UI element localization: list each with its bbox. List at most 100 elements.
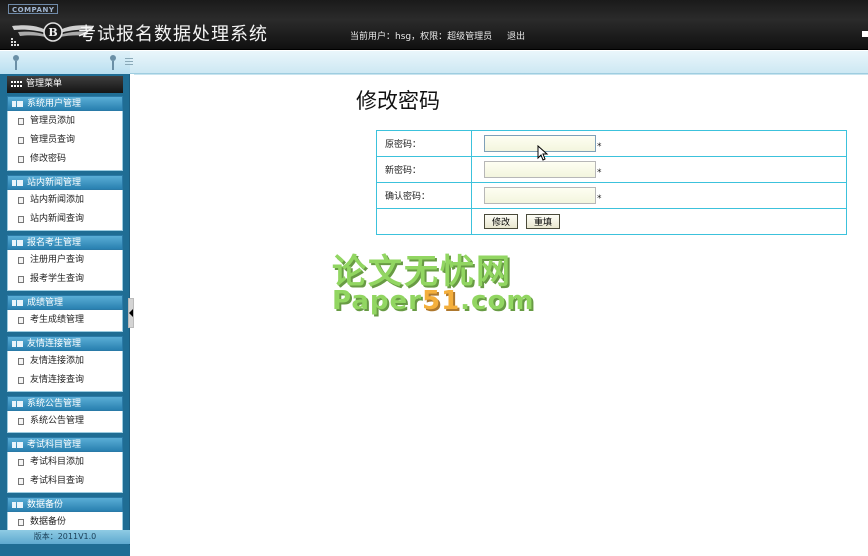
menu-group: 考试科目管理考试科目添加 考试科目查询 <box>7 437 123 493</box>
header-corner-mark <box>862 31 868 37</box>
old-password-label: 原密码： <box>376 130 472 157</box>
sidebar-item-label: 管理员添加 <box>30 116 76 126</box>
menu-group-items: 考生成绩管理 <box>7 310 123 332</box>
menu-title-label: 管理菜单 <box>26 79 63 89</box>
document-icon <box>18 216 24 223</box>
sidebar-item[interactable]: 报考学生查询 <box>8 270 122 289</box>
menu-group: 系统用户管理 管理员添加管理员查询修改密码 <box>7 96 123 171</box>
menu-group-header[interactable]: 站内新闻管理 <box>7 175 123 190</box>
menu-group: 数据备份 数据备份 <box>7 497 123 534</box>
sidebar-item[interactable]: 注册用户查询 <box>8 251 122 270</box>
sidebar-item-label: 管理员查询 <box>30 135 76 145</box>
sidebar-item-label: 考生成绩管理 <box>30 315 85 325</box>
menu-lines-icon <box>125 57 133 67</box>
password-form: 原密码： * 新密码： * 确认密码： * 修改 重填 <box>376 130 847 235</box>
version-label: 版本：2011V1.0 <box>0 530 130 544</box>
sidebar-item[interactable]: 站内新闻添加 <box>8 191 122 210</box>
svg-text:B: B <box>48 26 57 39</box>
sidebar-item[interactable]: 友情连接查询 <box>8 371 122 390</box>
logout-link[interactable]: 退出 <box>507 29 525 42</box>
menu-group-title: 系统公告管理 <box>27 399 82 409</box>
sidebar: 管理菜单 系统用户管理 管理员添加管理员查询修改密码站内新闻管理 站内新闻添加 站内新… <box>0 74 130 556</box>
new-password-input[interactable] <box>484 161 596 178</box>
sidebar-item-label: 站内新闻查询 <box>30 214 85 224</box>
folder-grid-icon <box>12 401 23 407</box>
menu-group-title: 站内新闻管理 <box>27 178 82 188</box>
menu-group-header[interactable]: 报名考生管理 <box>7 235 123 250</box>
document-icon <box>18 418 24 425</box>
document-icon <box>18 519 24 526</box>
document-icon <box>18 156 24 163</box>
sidebar-item-label: 修改密码 <box>30 154 67 164</box>
document-icon <box>18 478 24 485</box>
menu-group-header[interactable]: 成绩管理 <box>7 295 123 310</box>
sidebar-item[interactable]: 考试科目添加 <box>8 453 122 472</box>
document-icon <box>18 257 24 264</box>
submit-button[interactable]: 修改 <box>484 214 519 229</box>
sidebar-item-label: 考试科目添加 <box>30 457 85 467</box>
menu-group-title: 报名考生管理 <box>27 238 82 248</box>
sidebar-item[interactable]: 友情连接添加 <box>8 352 122 371</box>
sidebar-item[interactable]: 管理员查询 <box>8 131 122 150</box>
confirm-password-input[interactable] <box>484 187 596 204</box>
confirm-password-label: 确认密码： <box>376 182 472 209</box>
sidebar-item-label: 系统公告管理 <box>30 416 85 426</box>
form-row-confirm-password: 确认密码： * <box>376 182 847 209</box>
watermark-url: Paper51.com <box>332 286 534 316</box>
document-icon <box>18 459 24 466</box>
document-icon <box>18 137 24 144</box>
menu-grid-icon <box>11 81 22 88</box>
sidebar-item[interactable]: 考试科目查询 <box>8 472 122 491</box>
menu-group-title: 友情连接管理 <box>27 339 82 349</box>
pin-icon <box>13 55 19 70</box>
menu-group-items: 系统公告管理 <box>7 411 123 433</box>
mouse-cursor-icon <box>537 145 549 161</box>
folder-grid-icon <box>12 240 23 246</box>
sidebar-item[interactable]: 站内新闻查询 <box>8 210 122 229</box>
sidebar-item-label: 考试科目查询 <box>30 476 85 486</box>
sidebar-item-label: 报考学生查询 <box>30 274 85 284</box>
watermark-url-domain: .com <box>460 286 535 316</box>
toolbar-strip <box>0 51 868 74</box>
document-icon <box>18 317 24 324</box>
menu-group-title: 数据备份 <box>27 500 64 510</box>
page-title: 修改密码 <box>356 89 440 113</box>
menu-group-items: 管理员添加管理员查询修改密码 <box>7 111 123 171</box>
sidebar-item-label: 注册用户查询 <box>30 255 85 265</box>
new-password-label: 新密码： <box>376 156 472 183</box>
sidebar-footer <box>0 545 130 556</box>
required-mark: * <box>597 142 602 152</box>
sidebar-item[interactable]: 考生成绩管理 <box>8 311 122 330</box>
document-icon <box>18 118 24 125</box>
menu-group-items: 注册用户查询 报考学生查询 <box>7 250 123 291</box>
menu-group: 系统公告管理 系统公告管理 <box>7 396 123 433</box>
menu-group-header[interactable]: 系统用户管理 <box>7 96 123 111</box>
reset-button[interactable]: 重填 <box>526 214 561 229</box>
watermark-url-number: 51 <box>421 286 461 316</box>
app-header: COMPANY B 考试报名数据处理系统 当前用户：hsg，权限：超级管理员 退… <box>0 0 868 50</box>
menu-group-items: 友情连接添加 友情连接查询 <box>7 351 123 392</box>
menu-group: 站内新闻管理 站内新闻添加 站内新闻查询 <box>7 175 123 231</box>
grid-dots-icon <box>11 38 19 46</box>
document-icon <box>18 276 24 283</box>
menu-title: 管理菜单 <box>7 76 123 93</box>
sidebar-item[interactable]: 系统公告管理 <box>8 412 122 431</box>
form-row-old-password: 原密码： * <box>376 130 847 157</box>
menu-group-header[interactable]: 系统公告管理 <box>7 396 123 411</box>
menu-group: 成绩管理考生成绩管理 <box>7 295 123 332</box>
folder-grid-icon <box>12 300 23 306</box>
menu-group-header[interactable]: 考试科目管理 <box>7 437 123 452</box>
menu-group-header[interactable]: 友情连接管理 <box>7 336 123 351</box>
pin-icon <box>110 55 116 70</box>
menu-group-header[interactable]: 数据备份 <box>7 497 123 512</box>
sidebar-item[interactable]: 修改密码 <box>8 150 122 169</box>
sidebar-item[interactable]: 管理员添加 <box>8 112 122 131</box>
sidebar-item-label: 友情连接查询 <box>30 375 85 385</box>
menu-group-title: 系统用户管理 <box>27 99 82 109</box>
form-row-new-password: 新密码： * <box>376 156 847 183</box>
sidebar-item-label: 站内新闻添加 <box>30 195 85 205</box>
sidebar-item-label: 友情连接添加 <box>30 356 85 366</box>
sidebar-item-label: 数据备份 <box>30 517 67 527</box>
folder-grid-icon <box>12 341 23 347</box>
current-user-info: 当前用户：hsg，权限：超级管理员 <box>350 32 493 42</box>
